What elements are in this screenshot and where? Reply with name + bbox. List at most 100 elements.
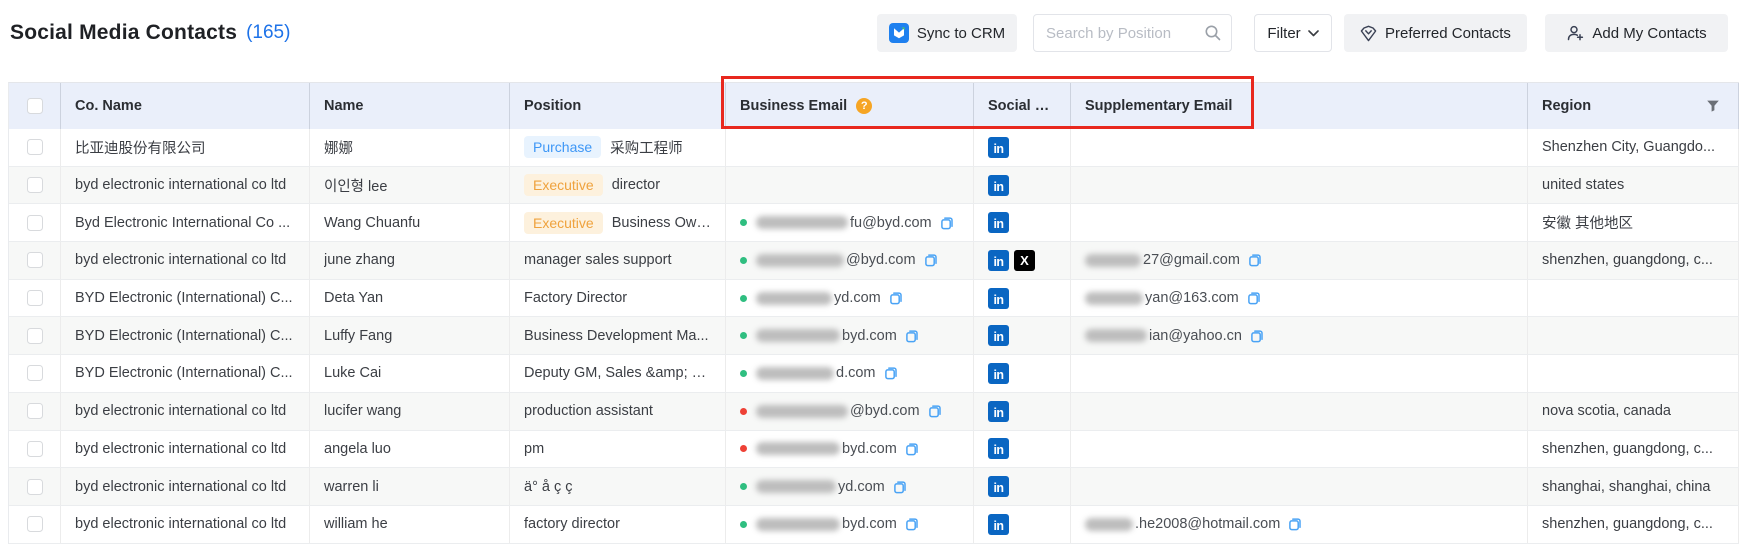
row-checkbox[interactable] — [27, 290, 43, 306]
social-media-cell: in — [974, 204, 1071, 241]
row-checkbox-cell — [9, 204, 61, 241]
linkedin-icon[interactable]: in — [988, 175, 1009, 196]
name-cell: william he — [310, 506, 510, 543]
business-email-text: d.com — [836, 365, 876, 381]
position-cell: Deputy GM, Sales &amp; M... — [510, 355, 726, 392]
table-row: byd electronic international co ltdangel… — [9, 431, 1739, 469]
header-supplementary-email: Supplementary Email — [1071, 83, 1528, 129]
column-filter-icon[interactable] — [1706, 99, 1720, 113]
region-cell: shenzhen, guangdong, c... — [1528, 242, 1739, 279]
copy-icon[interactable] — [883, 365, 899, 381]
email-status-dot — [740, 408, 747, 415]
position-cell: pm — [510, 431, 726, 468]
supplementary-email-cell: 27@gmail.com — [1071, 242, 1528, 279]
x-twitter-icon[interactable]: X — [1014, 250, 1035, 271]
position-tag: Executive — [524, 212, 603, 234]
company-cell: byd electronic international co ltd — [61, 393, 310, 430]
row-checkbox-cell — [9, 317, 61, 354]
sync-to-crm-label: Sync to CRM — [917, 25, 1005, 42]
linkedin-icon[interactable]: in — [988, 514, 1009, 535]
row-checkbox[interactable] — [27, 139, 43, 155]
region-cell — [1528, 355, 1739, 392]
linkedin-icon[interactable]: in — [988, 476, 1009, 497]
row-checkbox[interactable] — [27, 252, 43, 268]
redacted-email-blur — [756, 442, 840, 455]
position-cell: Purchase采购工程师 — [510, 129, 726, 166]
email-status-dot — [740, 219, 747, 226]
table-row: 比亚迪股份有限公司娜娜Purchase采购工程师inShenzhen City,… — [9, 129, 1739, 167]
header-name: Name — [310, 83, 510, 129]
supplementary-email-cell: ian@yahoo.cn — [1071, 317, 1528, 354]
linkedin-icon[interactable]: in — [988, 250, 1009, 271]
add-my-contacts-button[interactable]: Add My Contacts — [1545, 14, 1728, 52]
row-checkbox[interactable] — [27, 215, 43, 231]
row-checkbox[interactable] — [27, 479, 43, 495]
linkedin-icon[interactable]: in — [988, 401, 1009, 422]
position-tag: Executive — [524, 174, 603, 196]
copy-icon[interactable] — [888, 290, 904, 306]
linkedin-icon[interactable]: in — [988, 325, 1009, 346]
business-email-text: @byd.com — [846, 252, 916, 268]
row-checkbox[interactable] — [27, 403, 43, 419]
business-email-cell: @byd.com — [726, 242, 974, 279]
company-cell: BYD Electronic (International) C... — [61, 317, 310, 354]
copy-icon[interactable] — [892, 479, 908, 495]
row-checkbox[interactable] — [27, 516, 43, 532]
copy-icon[interactable] — [1246, 290, 1262, 306]
row-checkbox-cell — [9, 355, 61, 392]
redacted-email-blur — [756, 480, 836, 493]
copy-icon[interactable] — [904, 516, 920, 532]
add-my-contacts-label: Add My Contacts — [1592, 25, 1706, 42]
select-all-cell — [9, 83, 61, 129]
row-checkbox[interactable] — [27, 177, 43, 193]
table-row: BYD Electronic (International) C...Luffy… — [9, 317, 1739, 355]
row-checkbox[interactable] — [27, 365, 43, 381]
linkedin-icon[interactable]: in — [988, 212, 1009, 233]
row-checkbox-cell — [9, 468, 61, 505]
sync-to-crm-button[interactable]: Sync to CRM — [877, 14, 1017, 52]
linkedin-icon[interactable]: in — [988, 363, 1009, 384]
business-email-cell: fu@byd.com — [726, 204, 974, 241]
company-cell: byd electronic international co ltd — [61, 167, 310, 204]
preferred-contacts-button[interactable]: Preferred Contacts — [1344, 14, 1527, 52]
name-cell: Luffy Fang — [310, 317, 510, 354]
supplementary-email-cell — [1071, 204, 1528, 241]
company-cell: byd electronic international co ltd — [61, 242, 310, 279]
help-circle-icon[interactable]: ? — [856, 98, 872, 114]
linkedin-icon[interactable]: in — [988, 137, 1009, 158]
copy-icon[interactable] — [1247, 252, 1263, 268]
supplementary-email-cell: yan@163.com — [1071, 280, 1528, 317]
search-icon[interactable] — [1204, 24, 1222, 42]
business-email-cell: byd.com — [726, 506, 974, 543]
redacted-email-blur — [1085, 254, 1141, 267]
email-status-dot — [740, 445, 747, 452]
social-media-cell: in — [974, 317, 1071, 354]
business-email-cell: @byd.com — [726, 393, 974, 430]
copy-icon[interactable] — [927, 403, 943, 419]
copy-icon[interactable] — [1249, 328, 1265, 344]
linkedin-icon[interactable]: in — [988, 438, 1009, 459]
name-cell: Luke Cai — [310, 355, 510, 392]
copy-icon[interactable] — [904, 441, 920, 457]
copy-icon[interactable] — [904, 328, 920, 344]
contacts-count: (165) — [246, 22, 290, 44]
preferred-contacts-label: Preferred Contacts — [1385, 25, 1511, 42]
row-checkbox[interactable] — [27, 441, 43, 457]
row-checkbox-cell — [9, 242, 61, 279]
search-input[interactable] — [1033, 14, 1232, 52]
copy-icon[interactable] — [923, 252, 939, 268]
redacted-email-blur — [1085, 292, 1143, 305]
copy-icon[interactable] — [939, 215, 955, 231]
copy-icon[interactable] — [1287, 516, 1303, 532]
supplementary-email-cell — [1071, 355, 1528, 392]
header-co-name: Co. Name — [61, 83, 310, 129]
linkedin-icon[interactable]: in — [988, 288, 1009, 309]
row-checkbox[interactable] — [27, 328, 43, 344]
row-checkbox-cell — [9, 393, 61, 430]
table-row: Byd Electronic International Co ...Wang … — [9, 204, 1739, 242]
contacts-table: Co. Name Name Position Business Email ? … — [8, 82, 1739, 544]
select-all-checkbox[interactable] — [27, 98, 43, 114]
filter-button[interactable]: Filter — [1254, 14, 1332, 52]
row-checkbox-cell — [9, 280, 61, 317]
redacted-email-blur — [756, 405, 848, 418]
